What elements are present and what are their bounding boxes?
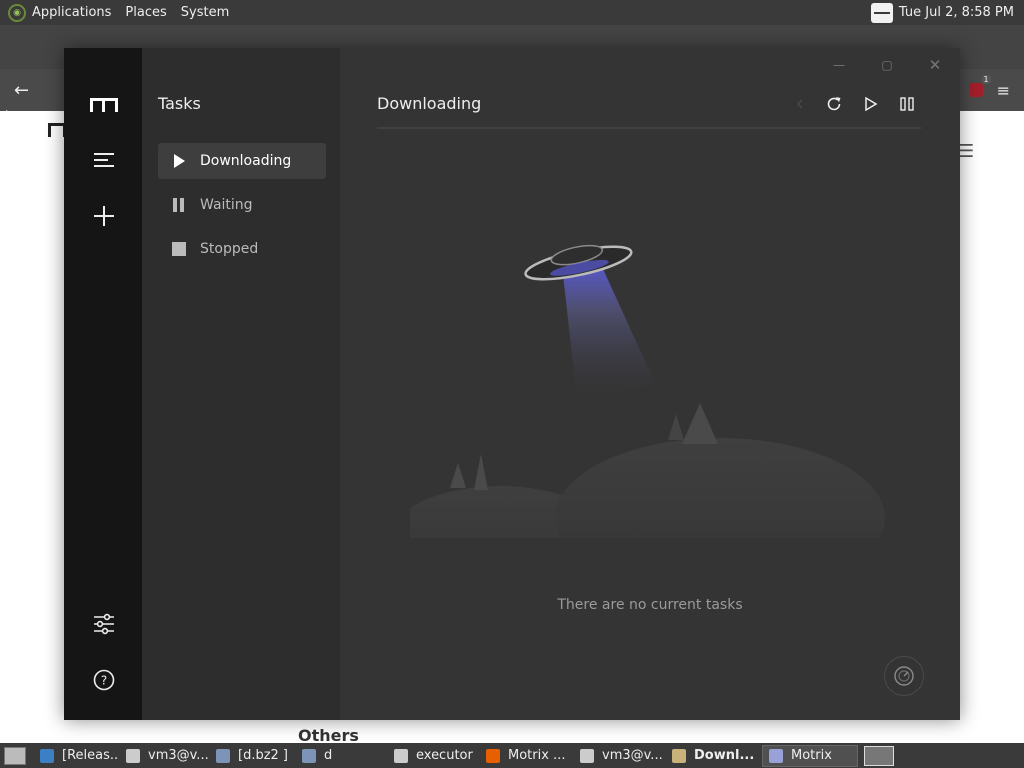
taskbar-item-label: executor [416, 748, 473, 763]
terminal-icon [126, 748, 140, 763]
task-filter-panel: Tasks Downloading Waiting Stopped [142, 48, 340, 720]
play-icon [172, 154, 186, 168]
page-menu-icon[interactable]: ☰ [958, 141, 976, 162]
close-icon[interactable]: ✕ [924, 54, 946, 76]
top-panel: ◉ Applications Places System Tue Jul 2, … [0, 0, 1024, 25]
app-sidebar: ? [64, 48, 142, 720]
network-icon [302, 748, 316, 763]
mouse-cursor-icon [6, 110, 13, 128]
firefox-icon [486, 748, 500, 763]
tasks-heading: Tasks [158, 94, 201, 113]
taskbar-item[interactable]: d [296, 745, 386, 767]
taskbar-item[interactable]: [Releas... [34, 745, 118, 767]
filter-stopped[interactable]: Stopped [158, 231, 326, 267]
svg-text:?: ? [101, 674, 107, 688]
ufo-illustration-icon [410, 244, 885, 538]
taskbar-item-label: vm3@v... [602, 748, 663, 763]
task-main-panel: — ▢ ✕ Downloading There are no current t… [340, 48, 960, 720]
show-desktop-icon[interactable] [4, 746, 26, 765]
taskbar-item-label: Motrix [791, 748, 832, 763]
filter-label: Stopped [200, 241, 259, 257]
ublock-icon[interactable]: 1 [968, 75, 991, 97]
taskbar-item[interactable]: executor [388, 745, 478, 767]
pause-all-icon[interactable] [895, 92, 919, 116]
filter-downloading[interactable]: Downloading [158, 143, 326, 179]
ublock-badge: 1 [981, 75, 991, 84]
motrix-icon [769, 748, 783, 763]
speedometer-icon[interactable] [884, 656, 924, 696]
chevron-left-icon[interactable] [788, 92, 812, 116]
workspace-switcher[interactable] [864, 745, 894, 766]
vscode-icon [40, 748, 54, 763]
taskbar-item-label: Motrix ... [508, 748, 566, 763]
task-list-menu-icon[interactable] [89, 145, 119, 175]
back-arrow-icon[interactable]: ← [14, 80, 34, 101]
taskbar-item[interactable]: Motrix ... [480, 745, 572, 767]
minimize-icon[interactable]: — [828, 54, 850, 76]
maximize-icon[interactable]: ▢ [876, 54, 898, 76]
applications-menu[interactable]: Applications [32, 5, 111, 20]
empty-state-message: There are no current tasks [557, 597, 743, 613]
window-icon [394, 748, 408, 763]
help-icon[interactable]: ? [89, 665, 119, 695]
page-title: Downloading [377, 94, 482, 113]
terminal-icon [580, 748, 594, 763]
header-divider [377, 127, 921, 129]
refresh-icon[interactable] [822, 92, 846, 116]
pause-icon [172, 198, 186, 212]
distro-logo-icon[interactable]: ◉ [8, 3, 26, 22]
add-task-icon[interactable] [89, 201, 119, 231]
taskbar-item[interactable]: Motrix [762, 744, 858, 767]
clock[interactable]: Tue Jul 2, 8:58 PM [899, 5, 1014, 20]
system-menu[interactable]: System [181, 5, 229, 20]
taskbar-item-label: vm3@v... [148, 748, 208, 763]
motrix-logo-icon [90, 98, 118, 112]
places-menu[interactable]: Places [125, 5, 166, 20]
preferences-icon[interactable] [89, 609, 119, 639]
motrix-window: ? Tasks Downloading Waiting Stopped — ▢ … [64, 48, 960, 720]
browser-menu-icon[interactable]: ≡ [997, 81, 1010, 100]
bottom-taskbar: [Releas... vm3@v... [d.bz2 ] d executor Motri… [0, 743, 1024, 768]
taskbar-item[interactable]: [d.bz2 ] [210, 745, 294, 767]
taskbar-item[interactable]: Downl... [666, 745, 760, 767]
taskbar-item-label: [Releas... [62, 748, 118, 763]
filter-label: Waiting [200, 197, 253, 213]
taskbar-item[interactable]: vm3@v... [574, 745, 664, 767]
folder-icon [672, 748, 686, 763]
stop-icon [172, 242, 186, 256]
filter-label: Downloading [200, 153, 292, 169]
taskbar-item-label: d [324, 748, 333, 763]
filter-waiting[interactable]: Waiting [158, 187, 326, 223]
resume-all-icon[interactable] [859, 92, 883, 116]
network-icon[interactable] [870, 2, 893, 23]
taskbar-item-label: [d.bz2 ] [238, 748, 289, 763]
taskbar-item-label: Downl... [694, 748, 755, 763]
taskbar-item[interactable]: vm3@v... [120, 745, 208, 767]
archive-icon [216, 748, 230, 763]
